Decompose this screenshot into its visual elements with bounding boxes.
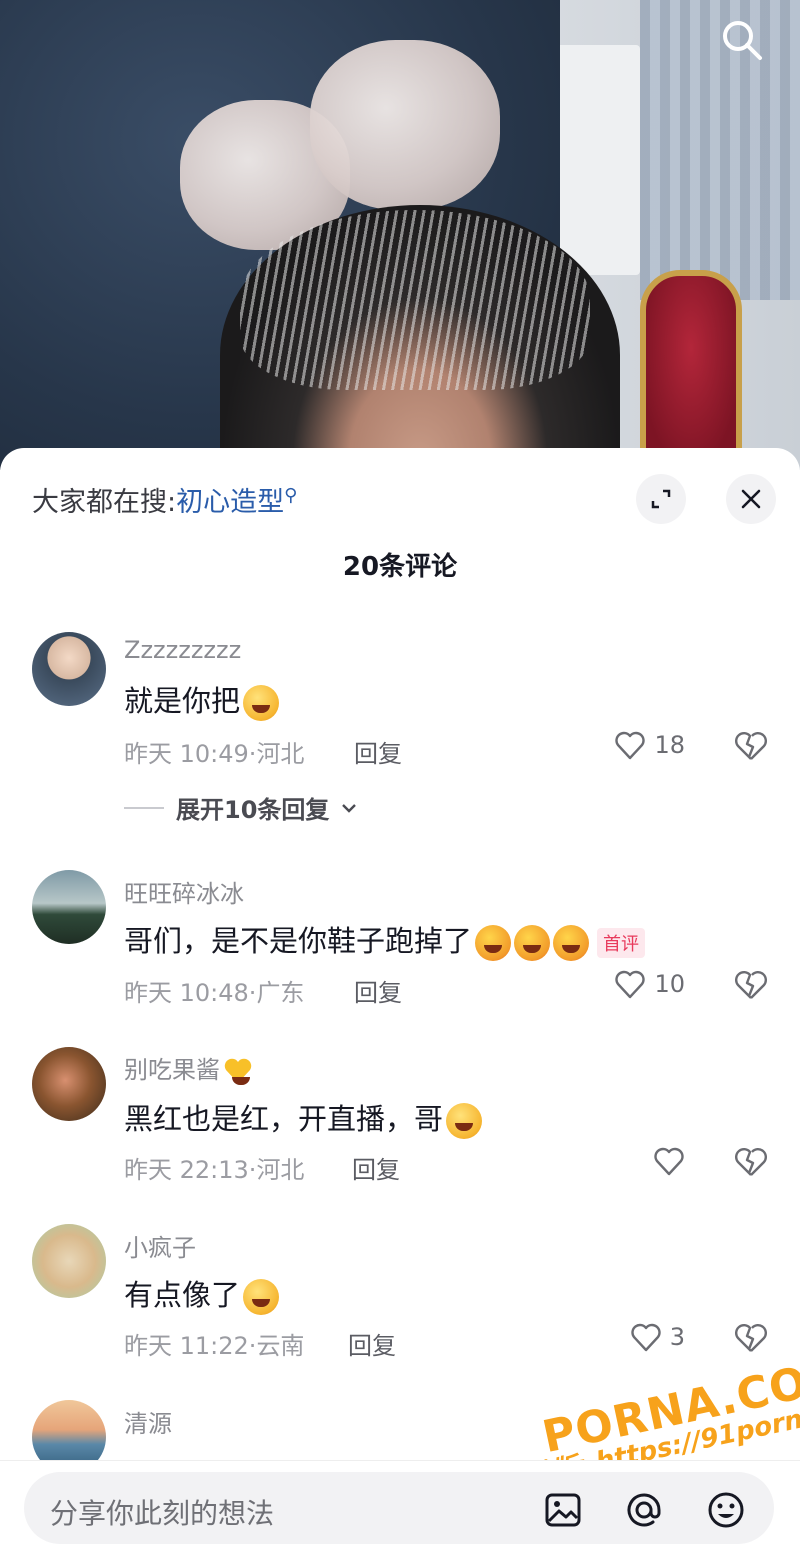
mini-search-icon: ⚲ (284, 485, 298, 506)
crying-face-emoji (243, 685, 280, 721)
broken-heart-icon[interactable] (734, 969, 768, 1001)
laughing-face-emoji (475, 925, 512, 961)
first-comment-badge: 首评 (597, 928, 646, 958)
reply-button[interactable]: 回复 (354, 734, 402, 769)
comment-username[interactable]: 小疯子 (124, 1228, 196, 1263)
expand-replies-label: 展开10条回复 (176, 796, 330, 824)
avatar[interactable] (32, 870, 106, 944)
like-button[interactable] (653, 1146, 685, 1176)
broken-heart-icon[interactable] (734, 1146, 768, 1178)
expand-icon (651, 489, 671, 509)
avatar[interactable] (32, 1047, 106, 1121)
comment-input-placeholder[interactable]: 分享你此刻的想法 (50, 1492, 274, 1532)
search-icon[interactable] (720, 18, 764, 62)
heart-icon (615, 731, 646, 760)
comment-count: 20条评论 (342, 552, 458, 582)
yellow-heart-emoji (223, 1057, 253, 1085)
expand-sheet-button[interactable] (636, 474, 686, 524)
expand-replies-button[interactable]: 展开10条回复 (124, 790, 357, 825)
thinking-face-emoji (446, 1103, 483, 1139)
close-icon (741, 489, 761, 509)
laughing-face-emoji (514, 925, 551, 961)
comment-meta: 昨天 11:22·云南 (124, 1332, 305, 1360)
heart-icon (615, 970, 646, 999)
avatar[interactable] (32, 1224, 106, 1298)
video-glove-right (310, 40, 500, 210)
mention-icon[interactable] (624, 1490, 664, 1530)
heart-icon (654, 1147, 684, 1176)
like-count: 3 (669, 1323, 685, 1351)
comment-text: 有点像了 (124, 1272, 280, 1315)
comment-text: 哥们，是不是你鞋子跑掉了 首评 (124, 918, 646, 961)
broken-heart-icon[interactable] (734, 730, 768, 762)
like-count: 18 (654, 731, 685, 759)
video-chair (640, 270, 742, 462)
laughing-face-emoji (553, 925, 590, 961)
comment-meta: 昨天 22:13·河北 (124, 1156, 305, 1184)
hot-search-prefix: 大家都在搜: (32, 487, 177, 518)
avatar[interactable] (32, 632, 106, 706)
divider-line (124, 806, 164, 809)
like-button[interactable]: 18 (614, 730, 685, 760)
comment-username[interactable]: 清源 (124, 1404, 172, 1439)
reply-button[interactable]: 回复 (354, 973, 402, 1008)
video-player[interactable] (0, 0, 800, 470)
thinking-face-emoji (243, 1279, 280, 1315)
chevron-down-icon (342, 803, 357, 813)
image-icon[interactable] (543, 1490, 583, 1530)
comment-username[interactable]: 别吃果酱 (124, 1050, 253, 1085)
comment-text: 黑红也是红，开直播，哥 (124, 1096, 483, 1139)
video-fridge (555, 45, 640, 275)
comment-meta: 昨天 10:49·河北 (124, 740, 305, 768)
video-hair-gel (240, 210, 590, 390)
broken-heart-icon[interactable] (734, 1322, 768, 1354)
like-button[interactable]: 10 (614, 969, 685, 999)
hot-search-term[interactable]: 初心造型 (176, 487, 284, 518)
close-sheet-button[interactable] (726, 474, 776, 524)
like-count: 10 (654, 970, 685, 998)
comment-meta: 昨天 10:48·广东 (124, 979, 305, 1007)
emoji-icon[interactable] (706, 1490, 746, 1530)
heart-icon (631, 1323, 661, 1352)
comment-username[interactable]: 旺旺碎冰冰 (124, 874, 244, 909)
comment-username[interactable]: Zzzzzzzzz (124, 636, 241, 664)
like-button[interactable]: 3 (630, 1322, 685, 1352)
comment-text: 就是你把 (124, 678, 280, 721)
reply-button[interactable]: 回复 (352, 1150, 400, 1185)
hot-search-bar[interactable]: 大家都在搜:初心造型⚲ (32, 480, 297, 519)
reply-button[interactable]: 回复 (348, 1326, 396, 1361)
